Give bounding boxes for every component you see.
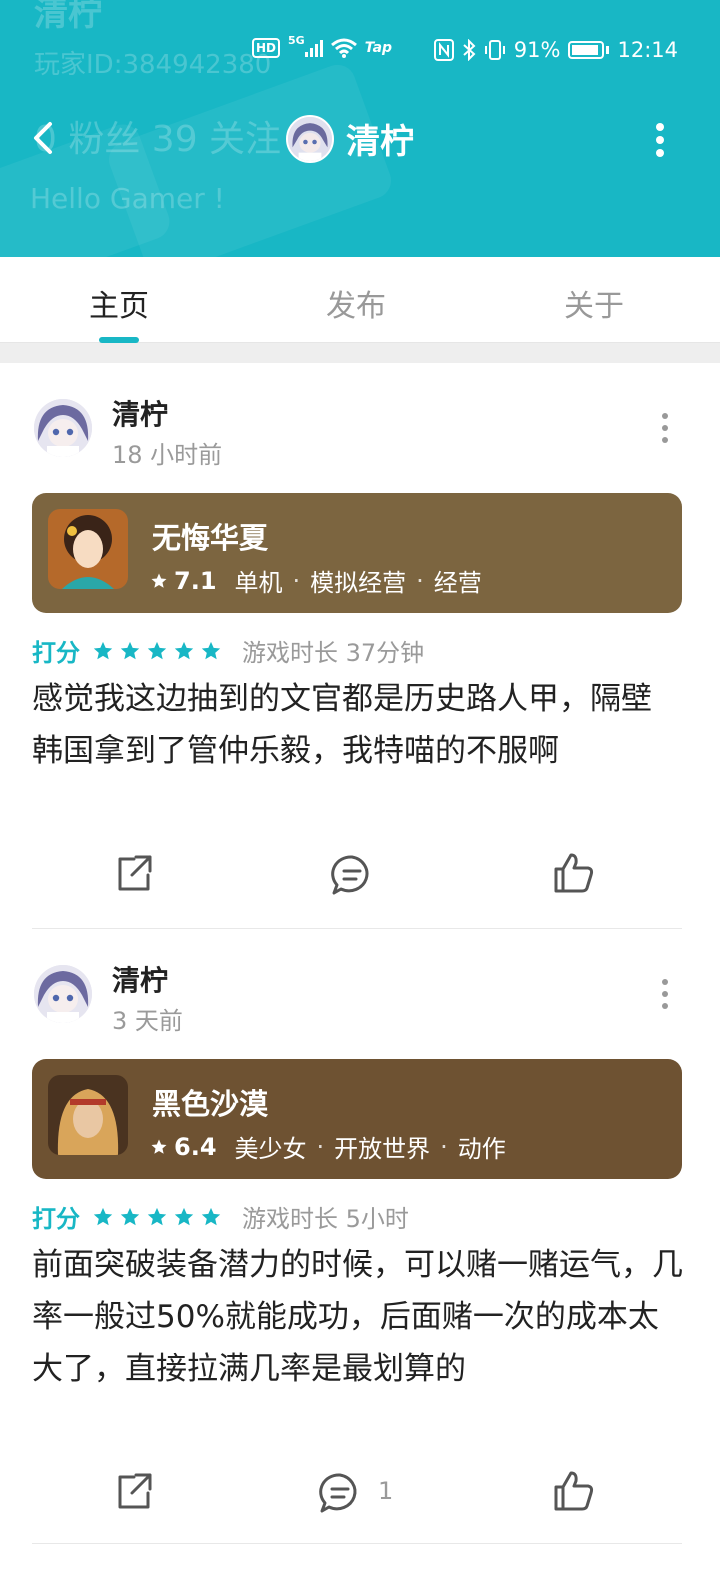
star-icon	[93, 641, 113, 659]
post-body[interactable]: 前面突破装备潜力的时候，可以赌一赌运气，几率一般过50%就能成功，后面赌一次的成…	[32, 1239, 688, 1395]
avatar-illustration	[288, 116, 332, 161]
game-meta: 6.4 美少女 · 开放世界 · 动作	[150, 1129, 506, 1164]
avatar-illustration	[34, 965, 92, 1023]
profile-tabs: 主页 发布 关于	[0, 257, 720, 343]
wifi-icon	[330, 38, 357, 58]
game-score: 7.1	[174, 566, 217, 595]
nfc-icon	[433, 39, 454, 61]
star-icon	[151, 1139, 167, 1154]
post-time: 3 天前	[112, 1007, 183, 1035]
post-divider	[32, 1543, 682, 1544]
star-icon	[201, 1207, 221, 1225]
page-title: 清柠	[346, 122, 414, 162]
header-title-group: 清柠	[286, 114, 414, 163]
comment-icon[interactable]	[318, 1471, 362, 1515]
rating-row: 打分 游戏时长 37分钟	[32, 633, 424, 668]
section-separator	[0, 343, 720, 363]
game-tag: 动作	[457, 1135, 506, 1163]
post-body[interactable]: 感觉我这边抽到的文官都是历史路人甲，隔壁韩国拿到了管仲乐毅，我特喵的不服啊	[32, 673, 672, 777]
star-icon	[174, 641, 194, 659]
like-icon[interactable]	[552, 851, 596, 895]
post-more-icon[interactable]	[656, 977, 674, 1011]
author-name[interactable]: 清柠	[112, 959, 168, 999]
author-name[interactable]: 清柠	[112, 393, 168, 433]
rating-stars	[92, 640, 222, 662]
game-icon-art	[48, 1075, 128, 1155]
battery-icon	[568, 41, 605, 59]
game-meta: 7.1 单机 · 模拟经营 · 经营	[150, 563, 482, 598]
rating-label: 打分	[32, 1205, 80, 1233]
tab-posts[interactable]: 发布	[296, 281, 416, 325]
more-options-icon[interactable]	[650, 122, 670, 158]
star-icon	[120, 1207, 140, 1225]
battery-percent: 91%	[513, 38, 561, 62]
like-icon[interactable]	[552, 1469, 596, 1513]
header-ghost-title: 清柠	[34, 0, 102, 34]
header-ghost-stats: 0 粉丝 39 关注	[34, 119, 282, 160]
game-card[interactable]: 无悔华夏 7.1 单机 · 模拟经营 · 经营	[32, 493, 682, 613]
post-divider	[32, 928, 682, 929]
star-icon	[201, 641, 221, 659]
rating-stars	[92, 1206, 222, 1228]
comment-count: 1	[378, 1477, 394, 1505]
game-tag: 经营	[433, 569, 482, 597]
profile-header: 清柠 玩家ID:384942380 0 粉丝 39 关注 Hello Gamer…	[0, 0, 720, 257]
rating-row: 打分 游戏时长 5小时	[32, 1199, 409, 1234]
game-icon	[48, 509, 128, 589]
star-icon	[151, 573, 167, 588]
header-avatar[interactable]	[286, 114, 334, 163]
game-score: 6.4	[174, 1132, 217, 1161]
comment-icon[interactable]	[330, 853, 374, 897]
tag-separator: ·	[440, 1132, 448, 1161]
share-icon[interactable]	[112, 1469, 156, 1513]
back-arrow-icon[interactable]	[28, 118, 58, 158]
star-icon	[174, 1207, 194, 1225]
game-tag: 模拟经营	[310, 569, 407, 597]
game-icon-art	[48, 509, 128, 589]
star-icon	[147, 1207, 167, 1225]
game-name: 无悔华夏	[152, 521, 269, 555]
author-avatar[interactable]	[34, 399, 92, 457]
game-name: 黑色沙漠	[152, 1087, 269, 1121]
avatar-illustration	[34, 399, 92, 457]
game-card[interactable]: 黑色沙漠 6.4 美少女 · 开放世界 · 动作	[32, 1059, 682, 1179]
hd-badge: HD	[252, 38, 281, 58]
game-tag: 单机	[234, 569, 283, 597]
playtime: 游戏时长 5小时	[242, 1205, 409, 1233]
post-time: 18 小时前	[112, 441, 223, 469]
header-ghost-bio: Hello Gamer !	[30, 182, 225, 215]
clock: 12:14	[617, 38, 678, 62]
tab-about[interactable]: 关于	[534, 281, 654, 325]
status-bar: HD 5G Tap 91% 12:14	[0, 34, 720, 68]
share-icon[interactable]	[112, 851, 156, 895]
playtime: 游戏时长 37分钟	[242, 639, 425, 667]
vibrate-icon	[484, 40, 505, 60]
tap-indicator: Tap	[364, 40, 393, 56]
tag-separator: ·	[416, 566, 424, 595]
star-icon	[147, 641, 167, 659]
game-tag: 开放世界	[334, 1135, 431, 1163]
post-more-icon[interactable]	[656, 411, 674, 445]
star-icon	[120, 641, 140, 659]
signal-icon	[304, 40, 323, 57]
tag-separator: ·	[316, 1132, 325, 1161]
game-tag: 美少女	[234, 1135, 307, 1163]
battery-cap	[606, 46, 610, 54]
bluetooth-icon	[463, 39, 476, 61]
rating-label: 打分	[32, 639, 80, 667]
game-icon	[48, 1075, 128, 1155]
star-icon	[93, 1207, 113, 1225]
tab-home[interactable]: 主页	[59, 281, 179, 325]
author-avatar[interactable]	[34, 965, 92, 1023]
network-type: 5G	[288, 33, 305, 47]
tag-separator: ·	[292, 566, 301, 595]
